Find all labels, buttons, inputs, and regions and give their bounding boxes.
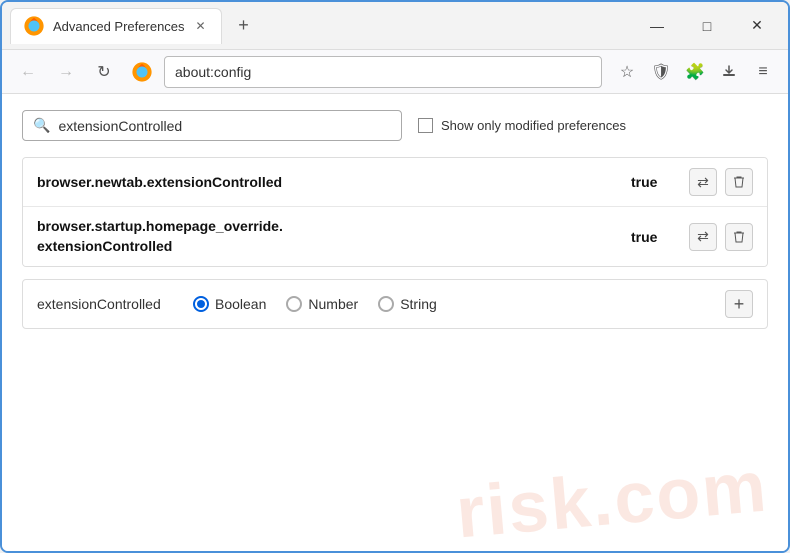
watermark: risk.com (453, 446, 771, 551)
radio-number-outer (286, 296, 302, 312)
delete-button[interactable] (725, 223, 753, 251)
tab-title: Advanced Preferences (53, 19, 185, 34)
show-modified-label: Show only modified preferences (441, 118, 626, 133)
table-row: browser.newtab.extensionControlled true … (23, 158, 767, 207)
reset-button[interactable]: ⇄ (689, 168, 717, 196)
maximize-button[interactable]: □ (684, 10, 730, 42)
title-bar: Advanced Preferences ✕ + — □ ✕ (2, 2, 788, 50)
row-actions: ⇄ (689, 223, 753, 251)
navigation-bar: ← → ↻ about:config ☆ 🛡 🧩 ≡ (2, 50, 788, 94)
reload-button[interactable]: ↻ (88, 56, 120, 88)
reset-button[interactable]: ⇄ (689, 223, 717, 251)
active-tab[interactable]: Advanced Preferences ✕ (10, 8, 222, 44)
window-controls: — □ ✕ (634, 10, 780, 42)
radio-boolean-label: Boolean (215, 296, 266, 312)
search-container: 🔍 (22, 110, 402, 141)
extension-icon[interactable]: 🧩 (680, 57, 710, 87)
search-input[interactable] (58, 118, 391, 134)
radio-number-label: Number (308, 296, 358, 312)
back-button[interactable]: ← (12, 56, 44, 88)
downloads-icon[interactable] (714, 57, 744, 87)
address-bar[interactable]: about:config (164, 56, 602, 88)
add-preference-row: extensionControlled Boolean Number Strin… (22, 279, 768, 329)
pref-name: browser.newtab.extensionControlled (37, 174, 631, 190)
page-content: risk.com 🔍 Show only modified preference… (2, 94, 788, 551)
new-pref-name: extensionControlled (37, 296, 177, 312)
row-actions: ⇄ (689, 168, 753, 196)
pref-value: true (631, 174, 681, 190)
tab-favicon (23, 15, 45, 37)
type-radio-group: Boolean Number String (193, 296, 709, 312)
browser-window: Advanced Preferences ✕ + — □ ✕ ← → ↻ abo… (0, 0, 790, 553)
pref-name-multiline: browser.startup.homepage_override. exten… (37, 217, 631, 256)
radio-string[interactable]: String (378, 296, 437, 312)
url-text: about:config (175, 64, 251, 80)
radio-boolean-outer (193, 296, 209, 312)
minimize-button[interactable]: — (634, 10, 680, 42)
radio-number[interactable]: Number (286, 296, 358, 312)
radio-string-outer (378, 296, 394, 312)
radio-boolean[interactable]: Boolean (193, 296, 266, 312)
bookmark-icon[interactable]: ☆ (612, 57, 642, 87)
add-preference-button[interactable]: + (725, 290, 753, 318)
nav-icon-group: ☆ 🛡 🧩 ≡ (612, 57, 778, 87)
pref-name-line1: browser.startup.homepage_override. (37, 218, 283, 234)
show-modified-option: Show only modified preferences (418, 118, 626, 133)
tab-close-button[interactable]: ✕ (193, 18, 209, 34)
radio-boolean-inner (197, 300, 205, 308)
table-row: browser.startup.homepage_override. exten… (23, 207, 767, 266)
pref-name-line2: extensionControlled (37, 238, 172, 254)
shield-icon[interactable]: 🛡 (646, 57, 676, 87)
results-table: browser.newtab.extensionControlled true … (22, 157, 768, 267)
radio-string-label: String (400, 296, 437, 312)
firefox-logo (130, 60, 154, 84)
menu-icon[interactable]: ≡ (748, 57, 778, 87)
new-tab-button[interactable]: + (230, 12, 258, 40)
delete-button[interactable] (725, 168, 753, 196)
search-icon: 🔍 (33, 117, 50, 134)
forward-button[interactable]: → (50, 56, 82, 88)
pref-value: true (631, 229, 681, 245)
close-button[interactable]: ✕ (734, 10, 780, 42)
search-row: 🔍 Show only modified preferences (22, 110, 768, 141)
show-modified-checkbox[interactable] (418, 118, 433, 133)
